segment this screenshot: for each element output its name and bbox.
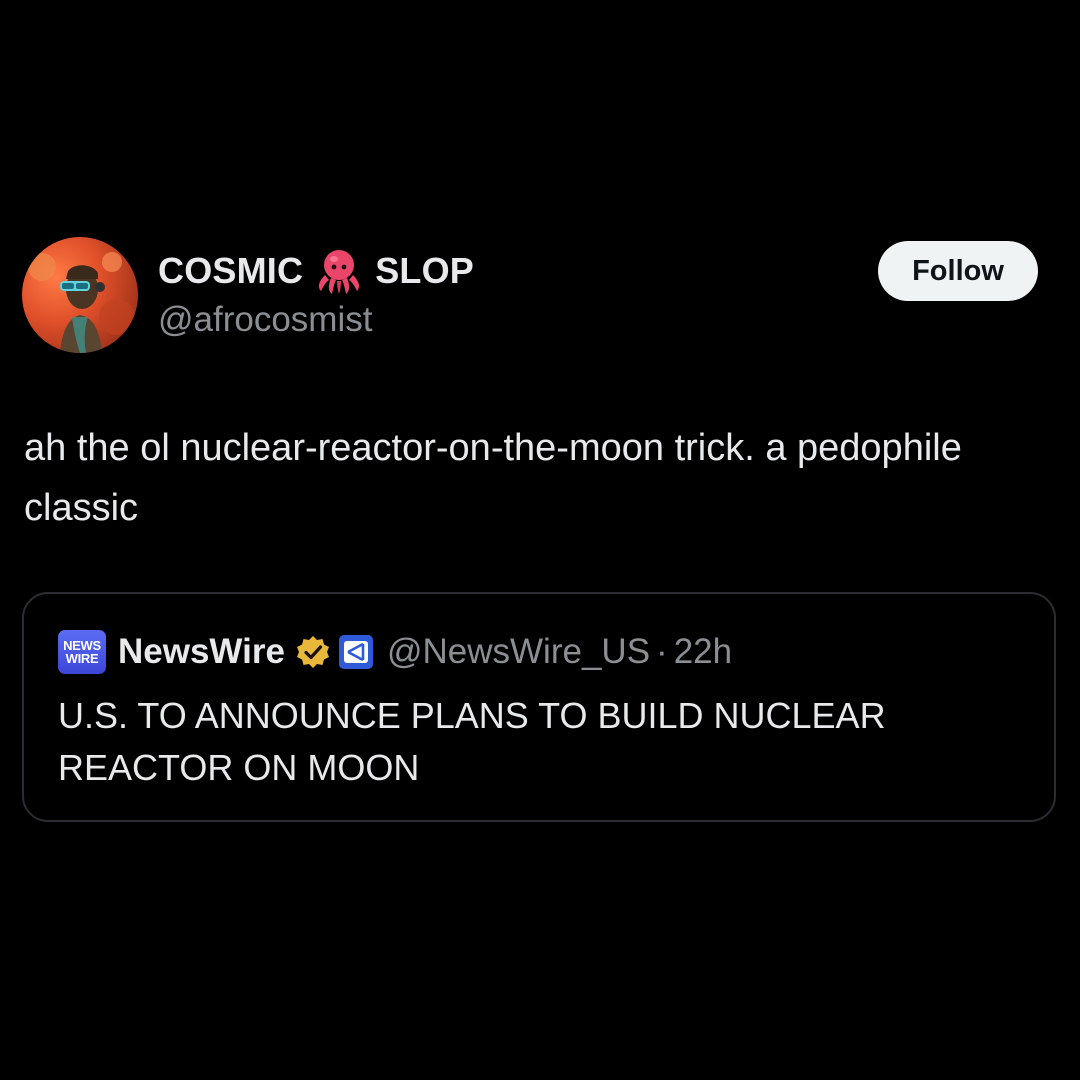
gold-verified-badge-icon — [295, 634, 331, 670]
quoted-author-name[interactable]: NewsWire — [118, 632, 285, 672]
author-display-name[interactable]: COSMIC SLOP — [158, 247, 475, 295]
avatar-illustration — [28, 252, 135, 353]
newswire-logo-line2: WIRE — [65, 651, 99, 666]
follow-button[interactable]: Follow — [878, 241, 1038, 301]
author-handle[interactable]: @afrocosmist — [158, 300, 372, 340]
quoted-post-card[interactable]: NEWS WIRE NewsWire @NewsWire_US · 22h U.… — [22, 592, 1056, 822]
display-name-part2: SLOP — [375, 250, 475, 291]
octopus-emoji-icon — [313, 247, 365, 295]
quoted-post-header: NEWS WIRE NewsWire @NewsWire_US · 22h — [58, 628, 732, 676]
quoted-post-text: U.S. TO ANNOUNCE PLANS TO BUILD NUCLEAR … — [58, 695, 886, 788]
post-container: COSMIC SLOP @afrocosmist Follow ah the o… — [0, 0, 1080, 1080]
affiliate-badge-icon — [337, 633, 375, 671]
quoted-post-time[interactable]: 22h — [674, 632, 732, 672]
separator-dot: · — [656, 632, 668, 671]
newswire-avatar[interactable]: NEWS WIRE — [58, 630, 106, 674]
display-name-part1: COSMIC — [158, 250, 304, 291]
quoted-author-handle[interactable]: @NewsWire_US — [387, 632, 650, 672]
post-text: ah the ol nuclear-reactor-on-the-moon tr… — [24, 427, 962, 529]
author-avatar[interactable] — [22, 237, 138, 353]
